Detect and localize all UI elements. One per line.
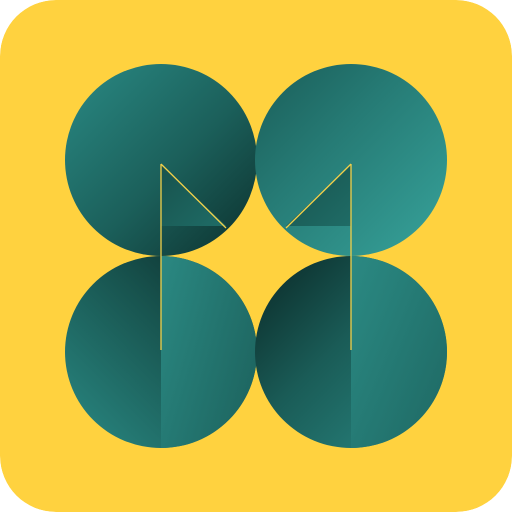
icon-background bbox=[0, 0, 512, 512]
app-logo-icon bbox=[0, 0, 512, 512]
app-icon-tile[interactable] bbox=[0, 0, 512, 512]
